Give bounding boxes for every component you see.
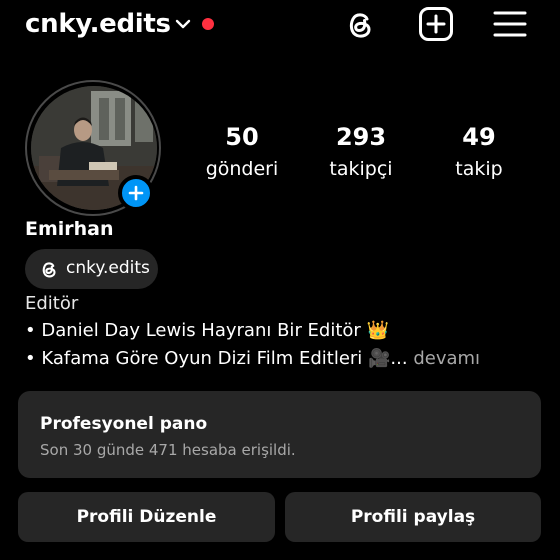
followers-count[interactable]: 293 takipçi — [301, 122, 421, 184]
stat-value: 50 — [225, 123, 259, 151]
edit-profile-button[interactable]: Profili Düzenle — [18, 492, 275, 542]
profile-category: Editör — [25, 293, 79, 314]
notification-dot — [202, 18, 214, 30]
username-switcher[interactable]: cnky.edits — [25, 9, 171, 39]
dashboard-subtitle: Son 30 günde 471 hesaba erişildi. — [40, 441, 296, 459]
add-story-button[interactable] — [118, 175, 154, 211]
dashboard-title: Profesyonel pano — [40, 414, 208, 434]
stat-value: 49 — [462, 123, 496, 151]
threads-icon[interactable] — [342, 6, 378, 42]
menu-icon[interactable] — [492, 6, 528, 42]
threads-profile-link[interactable]: cnky.edits — [25, 249, 158, 289]
posts-count[interactable]: 50 gönderi — [182, 122, 302, 184]
chevron-down-icon[interactable] — [175, 17, 191, 31]
bio-line: • Daniel Day Lewis Hayranı Bir Editör 👑 — [25, 320, 389, 341]
professional-dashboard-card[interactable]: Profesyonel pano Son 30 günde 471 hesaba… — [18, 391, 541, 478]
stat-label: takip — [455, 158, 503, 180]
bio-more-link[interactable]: devamı — [408, 348, 480, 369]
top-bar: cnky.edits — [0, 0, 560, 52]
share-profile-button[interactable]: Profili paylaş — [285, 492, 541, 542]
following-count[interactable]: 49 takip — [419, 122, 539, 184]
display-name: Emirhan — [25, 218, 114, 240]
threads-handle: cnky.edits — [66, 258, 150, 278]
bio-line-expandable[interactable]: • Kafama Göre Oyun Dizi Film Editleri 🎥.… — [25, 348, 480, 369]
bio-line: • Kafama Göre Oyun Dizi Film Editleri 🎥.… — [25, 348, 408, 369]
stat-label: gönderi — [205, 158, 279, 180]
stat-value: 293 — [335, 123, 387, 151]
add-story-icon — [128, 185, 144, 201]
new-post-icon[interactable] — [418, 6, 454, 42]
threads-icon — [42, 262, 56, 278]
stat-label: takipçi — [329, 158, 393, 180]
